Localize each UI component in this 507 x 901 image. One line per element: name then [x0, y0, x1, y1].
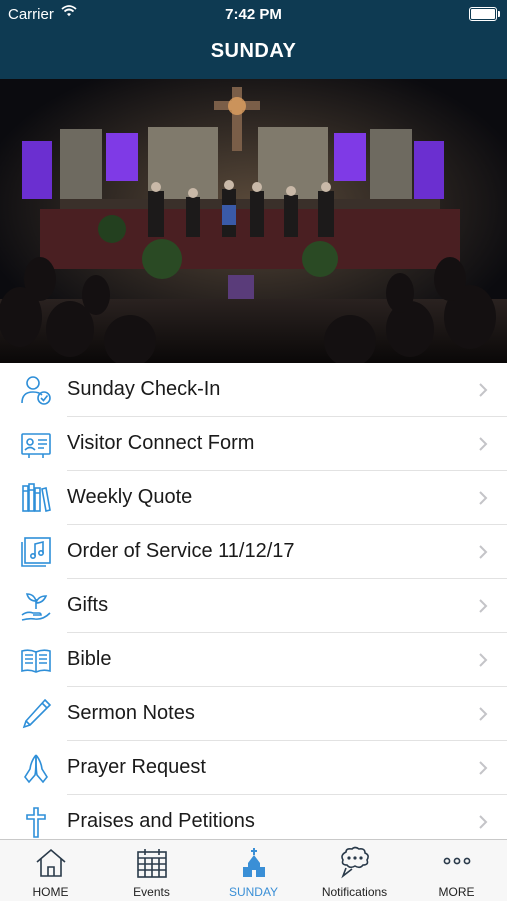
books-icon	[22, 483, 51, 512]
battery-icon	[469, 7, 500, 21]
menu-item-order-of-service[interactable]: Order of Service 11/12/17	[0, 525, 507, 579]
chevron-right-icon	[479, 653, 488, 667]
menu-item-prayer-request[interactable]: Prayer Request	[0, 741, 507, 795]
calendar-icon	[136, 849, 167, 878]
hand-plant-icon	[21, 593, 51, 621]
pen-icon	[22, 698, 52, 729]
tab-home[interactable]: HOME	[0, 840, 101, 901]
speech-bubble-icon	[340, 846, 369, 879]
menu-item-label: Order of Service 11/12/17	[67, 540, 295, 562]
menu-item-gifts[interactable]: Gifts	[0, 579, 507, 633]
menu-item-label: Sunday Check-In	[67, 378, 221, 400]
menu-item-label: Sermon Notes	[67, 702, 195, 724]
menu-item-sermon-notes[interactable]: Sermon Notes	[0, 687, 507, 741]
menu-item-bible[interactable]: Bible	[0, 633, 507, 687]
music-note-icon	[21, 537, 51, 567]
open-book-icon	[21, 649, 51, 673]
tab-more[interactable]: MORE	[406, 840, 507, 901]
menu-item-weekly-quote[interactable]: Weekly Quote	[0, 471, 507, 525]
chevron-right-icon	[479, 383, 488, 397]
id-card-icon	[21, 433, 51, 458]
church-icon	[242, 848, 265, 877]
person-check-icon	[21, 376, 51, 405]
more-dots-icon	[443, 857, 470, 865]
chevron-right-icon	[479, 707, 488, 721]
tab-label: SUNDAY	[228, 885, 279, 899]
cross-icon	[26, 807, 46, 838]
chevron-right-icon	[479, 437, 488, 451]
menu-item-label: Visitor Connect Form	[67, 432, 255, 454]
nav-header: Carrier 7:42 PM SUNDAY	[0, 0, 507, 79]
status-bar: Carrier 7:42 PM	[0, 0, 507, 28]
tab-label: MORE	[438, 885, 475, 899]
chevron-right-icon	[479, 599, 488, 613]
tab-label: Events	[133, 885, 170, 899]
clock: 7:42 PM	[225, 6, 282, 23]
worship-photo	[0, 79, 507, 363]
praying-hands-icon	[24, 754, 48, 784]
menu-item-label: Praises and Petitions	[67, 810, 255, 832]
chevron-right-icon	[479, 491, 488, 505]
menu-item-praises-and-petitions[interactable]: Praises and Petitions	[0, 795, 507, 839]
tab-sunday[interactable]: SUNDAY	[203, 840, 304, 901]
chevron-right-icon	[479, 545, 488, 559]
tab-events[interactable]: Events	[101, 840, 202, 901]
menu-item-label: Weekly Quote	[67, 486, 193, 508]
page-title: SUNDAY	[210, 40, 297, 62]
menu-item-label: Gifts	[67, 594, 109, 616]
tab-label: Notifications	[321, 885, 388, 899]
tab-label: HOME	[32, 885, 69, 899]
menu-item-sunday-check-in[interactable]: Sunday Check-In	[0, 363, 507, 417]
menu-item-label: Bible	[67, 648, 112, 670]
menu-item-visitor-connect-form[interactable]: Visitor Connect Form	[0, 417, 507, 471]
chevron-right-icon	[479, 815, 488, 829]
home-icon	[35, 848, 66, 877]
chevron-right-icon	[479, 761, 488, 775]
tab-bar: HOME Events SUNDAY Notifications MORE	[0, 839, 507, 901]
tab-notifications[interactable]: Notifications	[304, 840, 405, 901]
menu-item-label: Prayer Request	[67, 756, 206, 778]
sunday-menu-list: Sunday Check-In Visitor Connect Form Wee…	[0, 363, 507, 839]
